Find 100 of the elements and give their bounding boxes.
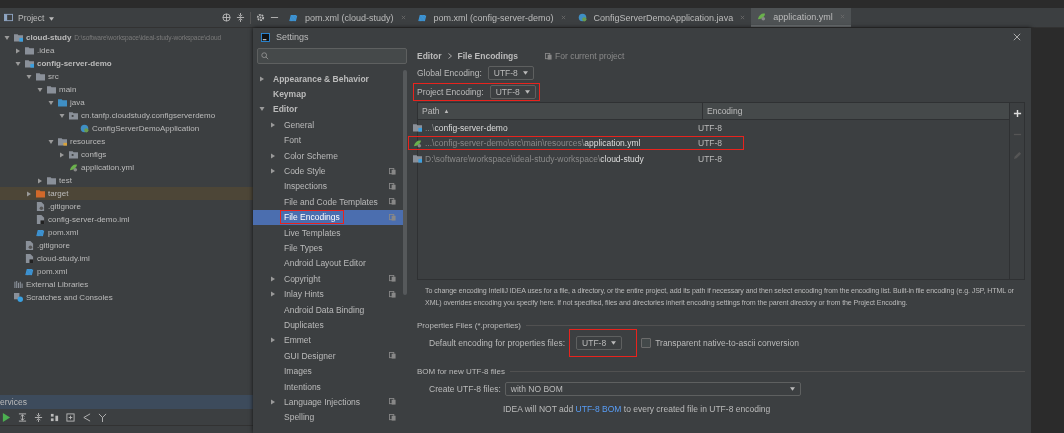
checkbox-label: Transparent native-to-ascii conversion (655, 338, 799, 348)
settings-nav-item[interactable]: File Types (253, 240, 404, 256)
settings-nav-item[interactable]: Editor (253, 101, 404, 118)
settings-nav-item[interactable]: Code Style (253, 163, 404, 179)
checkbox[interactable] (641, 338, 652, 348)
expand-arrow-icon[interactable] (37, 177, 43, 184)
tree-item[interactable]: configs (0, 148, 253, 161)
yaml-icon (413, 138, 422, 148)
project-view-dropdown[interactable]: Project (18, 12, 54, 23)
encoding-dropdown[interactable]: UTF-8 (576, 336, 623, 350)
tree-item[interactable]: .idea (0, 44, 253, 57)
tree-item[interactable]: java (0, 96, 253, 109)
table-cell: ...\config-server-demo\src\main\resources\application.yml (425, 138, 641, 149)
folder-icon (413, 154, 422, 164)
settings-nav-item[interactable]: Inlay Hints (253, 286, 404, 302)
settings-nav-item[interactable]: Android Layout Editor (253, 255, 404, 272)
expand-arrow-icon[interactable] (270, 337, 276, 344)
editor-tab[interactable]: pom.xml (config-server-demo) (411, 8, 572, 27)
encoding-dropdown[interactable]: UTF-8 (489, 84, 536, 99)
settings-nav-item[interactable]: File Encodings (253, 209, 404, 225)
settings-icon[interactable] (256, 13, 265, 22)
locate-icon[interactable] (222, 13, 231, 22)
tree-item[interactable]: cn.tanfp.cloudstudy.configserverdemo (0, 109, 253, 122)
settings-nav-item[interactable]: Spelling (253, 409, 404, 425)
settings-nav-item[interactable]: Emmet (253, 332, 404, 349)
expand-arrow-icon[interactable] (270, 291, 276, 298)
tree-item[interactable]: External Libraries (0, 278, 253, 291)
encoding-dropdown[interactable]: UTF-8 (487, 65, 534, 80)
tree-item[interactable]: resources (0, 135, 253, 148)
dialog-title: Settings (276, 32, 309, 42)
column-header[interactable]: Encoding (703, 103, 743, 119)
settings-nav-item[interactable]: Language Injections (253, 394, 404, 410)
panel-title: ervices (0, 397, 27, 407)
settings-nav-item[interactable]: Font (253, 132, 404, 148)
settings-nav-item[interactable]: Appearance & Behavior (253, 71, 404, 87)
settings-nav-item[interactable]: Android Data Binding (253, 301, 404, 318)
class-icon (577, 13, 587, 22)
settings-nav-item[interactable]: Images (253, 363, 404, 379)
settings-nav-item[interactable]: Intentions (253, 378, 404, 395)
yaml-icon (69, 163, 78, 172)
tree-item[interactable]: main (0, 83, 253, 96)
settings-nav-item[interactable]: General (253, 117, 404, 133)
tree-item[interactable]: .gitignore (0, 200, 253, 213)
tree-item[interactable]: .gitignore (0, 239, 253, 252)
expand-arrow-icon[interactable] (59, 151, 65, 158)
expand-arrow-icon[interactable] (270, 121, 276, 128)
folder-icon (14, 33, 23, 42)
run-icon[interactable] (2, 412, 11, 422)
search-field[interactable] (257, 48, 407, 64)
editor-tab[interactable]: pom.xml (cloud-study) (283, 8, 412, 27)
field-label: Project Encoding: (417, 86, 484, 97)
expand-arrow-icon[interactable] (37, 86, 43, 93)
tree-item[interactable]: cloud-study.iml (0, 252, 253, 265)
expand-arrow-icon[interactable] (259, 75, 265, 82)
group-icon[interactable] (50, 412, 59, 422)
help-text: IDEA will NOT add UTF-8 BOM to every created file in UTF-8 encoding (503, 404, 772, 414)
chevron-icon (447, 53, 452, 59)
expand-arrow-icon[interactable] (270, 275, 276, 282)
editor-tab[interactable]: ConfigServerDemoApplication.java (571, 8, 752, 27)
tree-item[interactable]: application.yml (0, 161, 253, 174)
tree-item[interactable]: target (0, 187, 253, 200)
settings-nav-item[interactable]: Color Scheme (253, 147, 404, 164)
tree-item[interactable]: pom.xml (0, 226, 253, 239)
settings-nav-item[interactable]: Inspections (253, 178, 404, 195)
expand-arrow-icon[interactable] (270, 398, 276, 405)
tree-item[interactable]: config-server-demo (0, 57, 253, 70)
tree-item[interactable]: ConfigServerDemoApplication (0, 122, 253, 135)
settings-nav-item[interactable]: Live Templates (253, 224, 404, 241)
tree-item[interactable]: Scratches and Consoles (0, 291, 253, 304)
bom-dropdown[interactable]: with NO BOM (504, 382, 801, 396)
expand-arrow-icon[interactable] (270, 152, 276, 159)
collapse-icon[interactable] (34, 412, 43, 422)
file-icon (36, 215, 45, 224)
tree-item[interactable]: pom.xml (0, 265, 253, 278)
collapse-icon[interactable] (236, 13, 245, 22)
expand-arrow-icon[interactable] (48, 99, 54, 106)
expand-arrow-icon[interactable] (48, 138, 54, 145)
settings-nav-item[interactable]: Keymap (253, 86, 404, 102)
expand-arrow-icon[interactable] (15, 47, 21, 54)
maven-icon (25, 267, 34, 276)
tree-item[interactable]: src (0, 70, 253, 83)
expand-arrow-icon[interactable] (26, 190, 32, 197)
settings-nav-item[interactable]: GUI Designer (253, 348, 404, 364)
filter-icon[interactable] (98, 412, 107, 422)
settings-nav-item[interactable]: Copyright (253, 271, 404, 287)
expand-arrow-icon[interactable] (270, 168, 276, 175)
expand-arrow-icon[interactable] (15, 60, 21, 67)
expand-arrow-icon[interactable] (259, 106, 265, 113)
editor-tab[interactable]: application.yml (751, 8, 851, 27)
tree-item[interactable]: test (0, 174, 253, 187)
link[interactable]: UTF-8 BOM (575, 404, 622, 414)
expand-arrow-icon[interactable] (26, 73, 32, 80)
settings-nav-item[interactable]: File and Code Templates (253, 194, 404, 210)
expand-arrow-icon[interactable] (59, 112, 65, 119)
close-icon[interactable] (1013, 33, 1021, 41)
expand-all-icon[interactable] (18, 412, 27, 422)
tree-item[interactable]: config-server-demo.iml (0, 213, 253, 226)
breadcrumb-item: File Encodings (457, 51, 518, 61)
expand-arrow-icon[interactable] (4, 34, 10, 41)
settings-nav-item[interactable]: Duplicates (253, 317, 404, 333)
